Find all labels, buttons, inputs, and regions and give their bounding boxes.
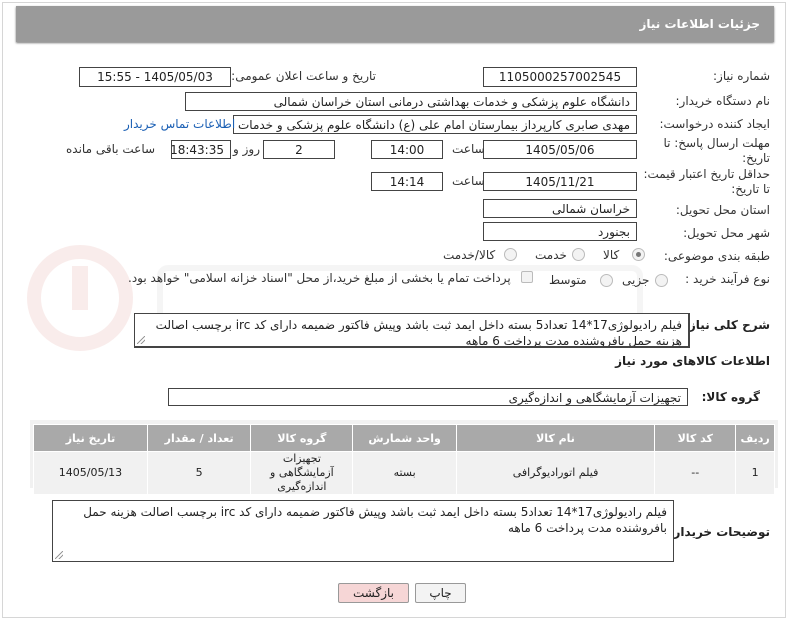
delivery-province-field: خراسان شمالی xyxy=(483,199,637,218)
process-radio-minor[interactable] xyxy=(655,274,668,287)
cell-item-group: تجهیزات آزمایشگاهی و اندازه‌گیری xyxy=(250,451,354,495)
remaining-time-field: 18:43:35 xyxy=(171,140,231,159)
description-textarea[interactable]: فیلم رادیولوژی17*14 تعداد5 بسته داخل ایم… xyxy=(134,313,690,348)
cell-quantity: 5 xyxy=(146,451,252,495)
process-radio-medium[interactable] xyxy=(600,274,613,287)
category-radio-goods[interactable] xyxy=(632,248,645,261)
header-item-group: گروه کالا xyxy=(250,424,354,452)
process-type-label: نوع فرآیند خرید : xyxy=(685,272,770,286)
announce-datetime-field: 1405/05/03 - 15:55 xyxy=(79,67,231,87)
treasury-payment-note: پرداخت تمام یا بخشی از مبلغ خرید،از محل … xyxy=(128,271,511,285)
header-row-number: ردیف xyxy=(735,424,775,452)
buyer-org-label: نام دستگاه خریدار: xyxy=(675,94,771,108)
category-label: طبقه بندی موضوعی: xyxy=(663,249,770,263)
category-option-service: خدمت xyxy=(535,248,567,262)
need-number-field: 1105000257002545 xyxy=(483,67,637,87)
delivery-province-label: استان محل تحویل: xyxy=(675,203,770,217)
price-validity-time-field: 14:14 xyxy=(371,172,443,191)
print-button[interactable]: چاپ xyxy=(415,583,466,603)
treasury-payment-checkbox[interactable] xyxy=(521,271,533,283)
deadline-time-field: 14:00 xyxy=(371,140,443,159)
page-header: جزئیات اطلاعات نیاز xyxy=(16,6,774,42)
process-option-minor: جزیی xyxy=(622,273,650,287)
requester-field: مهدی صابری کارپرداز بیمارستان امام علی (… xyxy=(233,115,637,134)
category-option-both: کالا/خدمت xyxy=(443,248,496,262)
cell-item-name: فیلم اتورادیوگرافی xyxy=(455,451,656,495)
resize-grip-icon[interactable] xyxy=(55,551,63,559)
price-validity-label: حداقل تاریخ اعتبار قیمت: تا تاریخ: xyxy=(643,167,770,196)
requester-label: ایجاد کننده درخواست: xyxy=(659,117,770,131)
goods-group-field: تجهیزات آزمایشگاهی و اندازه‌گیری xyxy=(168,388,688,406)
cell-row-number: 1 xyxy=(735,451,775,495)
delivery-city-field: بجنورد xyxy=(483,222,637,241)
process-option-medium: متوسط xyxy=(549,273,587,287)
page-title: جزئیات اطلاعات نیاز xyxy=(639,17,760,31)
price-validity-date-field: 1405/11/21 xyxy=(483,172,637,191)
cell-need-date: 1405/05/13 xyxy=(33,451,148,495)
announce-datetime-label: تاریخ و ساعت اعلان عمومی: xyxy=(231,69,376,83)
deadline-days-field: 2 xyxy=(263,140,335,159)
price-validity-time-label: ساعت xyxy=(452,174,485,188)
deadline-days-label: روز و xyxy=(233,142,260,156)
header-need-date: تاریخ نیاز xyxy=(33,424,148,452)
buyer-org-field: دانشگاه علوم پزشکی و خدمات بهداشتی درمان… xyxy=(185,92,637,111)
header-item-name: نام کالا xyxy=(455,424,656,452)
back-button[interactable]: بازگشت xyxy=(338,583,409,603)
remaining-time-label: ساعت باقی مانده xyxy=(66,142,156,156)
deadline-label: مهلت ارسال پاسخ: تا تاریخ: xyxy=(663,136,770,165)
header-quantity: تعداد / مقدار xyxy=(146,424,252,452)
header-unit: واحد شمارش xyxy=(352,424,457,452)
resize-grip-icon[interactable] xyxy=(137,336,145,344)
delivery-city-label: شهر محل تحویل: xyxy=(683,226,770,240)
cell-unit: بسته xyxy=(352,451,457,495)
deadline-time-label: ساعت xyxy=(452,142,485,156)
items-table-header-row: ردیف کد کالا نام کالا واحد شمارش گروه کا… xyxy=(33,424,775,452)
goods-info-title: اطلاعات کالاهای مورد نیاز xyxy=(615,354,770,368)
category-radio-service[interactable] xyxy=(572,248,585,261)
goods-group-label: گروه کالا: xyxy=(701,390,760,404)
buyer-contact-link[interactable]: اطلاعات تماس خریدار xyxy=(124,117,235,131)
header-item-code: کد کالا xyxy=(654,424,737,452)
buyer-notes-label: توضیحات خریدار: xyxy=(668,525,770,539)
need-number-label: شماره نیاز: xyxy=(713,69,770,83)
deadline-date-field: 1405/05/06 xyxy=(483,140,637,159)
category-radio-both[interactable] xyxy=(504,248,517,261)
description-label: شرح کلی نیاز: xyxy=(684,318,770,332)
category-option-goods: کالا xyxy=(603,248,620,262)
cell-item-code: -- xyxy=(654,451,737,495)
items-table: ردیف کد کالا نام کالا واحد شمارش گروه کا… xyxy=(33,424,775,495)
table-row: 1 -- فیلم اتورادیوگرافی بسته تجهیزات آزم… xyxy=(33,451,775,495)
buyer-notes-textarea[interactable]: فیلم رادیولوژی17*14 تعداد5 بسته داخل ایم… xyxy=(52,500,674,562)
